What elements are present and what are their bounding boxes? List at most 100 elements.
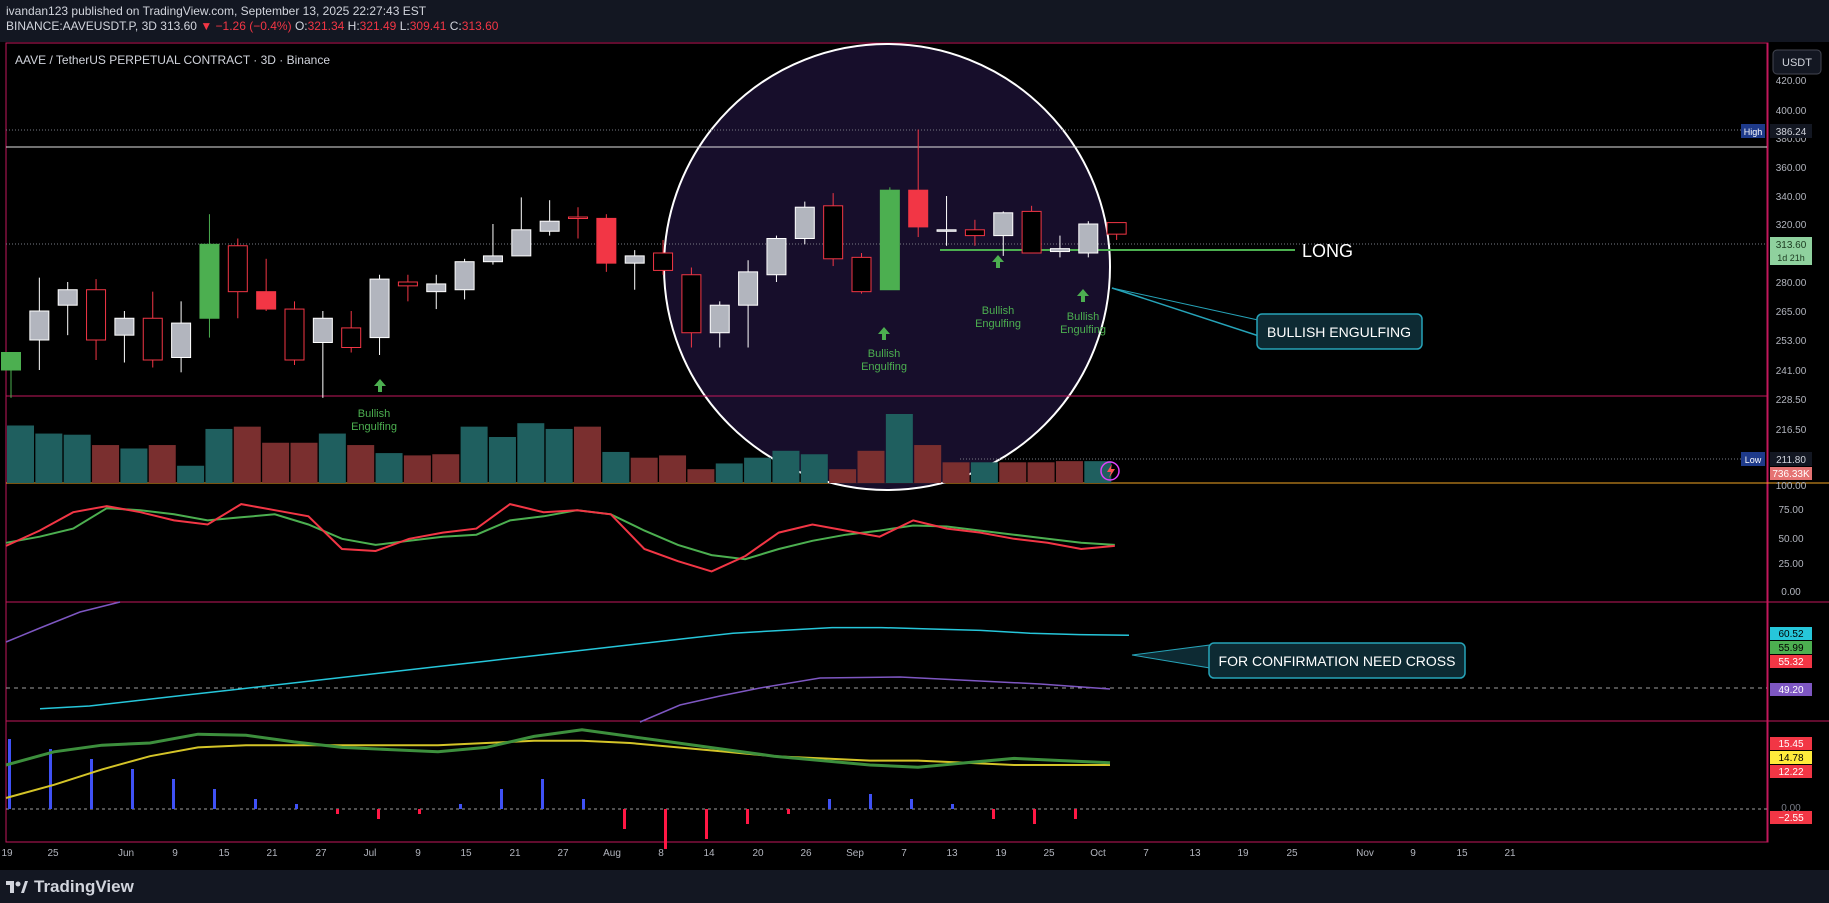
time-tick: 25 xyxy=(1043,848,1055,859)
macd-hist-bar xyxy=(664,809,667,849)
price-tick: 228.50 xyxy=(1776,395,1807,406)
time-tick: 7 xyxy=(901,848,907,859)
macd-red2-value: 12.22 xyxy=(1778,767,1803,778)
volume-bar xyxy=(744,457,772,483)
volume-bar xyxy=(517,423,545,483)
bullish-engulfing-callout[interactable]: BULLISH ENGULFING xyxy=(1256,313,1423,350)
low-pill-value: 211.80 xyxy=(1776,455,1806,466)
candle xyxy=(369,274,390,355)
candle-body xyxy=(539,220,560,232)
time-tick: 14 xyxy=(703,848,715,859)
macd-hist-bar xyxy=(1074,809,1077,819)
currency-button[interactable]: USDT xyxy=(1772,49,1822,75)
candle xyxy=(624,250,645,290)
candle-body xyxy=(142,317,163,361)
volume-bar xyxy=(35,433,63,483)
candle-body xyxy=(709,304,730,334)
candle xyxy=(341,311,362,353)
time-tick: 15 xyxy=(1456,848,1468,859)
volume-bar xyxy=(772,450,800,483)
price-tick: 340.00 xyxy=(1776,192,1807,203)
candle-body xyxy=(227,245,248,293)
time-tick: 20 xyxy=(752,848,764,859)
time-tick: 9 xyxy=(1410,848,1416,859)
time-tick: 13 xyxy=(946,848,958,859)
candle-body xyxy=(284,308,305,361)
countdown-label: 1d 21h xyxy=(1777,253,1805,263)
price-tick: 280.00 xyxy=(1776,278,1807,289)
candle-body xyxy=(823,205,844,260)
macd-hist-bar xyxy=(500,789,503,809)
volume-bar xyxy=(1027,462,1055,483)
time-tick: 27 xyxy=(557,848,569,859)
volume-bar xyxy=(545,428,573,483)
candle xyxy=(511,197,532,257)
candle-body xyxy=(369,278,390,339)
volume-bar xyxy=(970,462,998,483)
candle-body xyxy=(454,261,475,291)
stoch-rsi-pane xyxy=(5,503,1115,573)
macd-pane xyxy=(5,728,1111,849)
volume-bar xyxy=(432,454,460,483)
macd-hist-bar xyxy=(992,809,995,819)
confirmation-callout[interactable]: FOR CONFIRMATION NEED CROSS xyxy=(1208,642,1466,679)
candle-body xyxy=(568,216,588,219)
macd-hist-bar xyxy=(8,739,11,809)
macd-hist-bar xyxy=(582,799,585,809)
time-axis[interactable]: 19 25 Jun 9 15 21 27 Jul 9 15 21 27 Aug 8 14 20 26 Sep 7 13… xyxy=(1,848,1516,859)
volume-bar xyxy=(574,426,601,483)
brand-name: TradingView xyxy=(34,876,134,896)
callout-pointer xyxy=(1111,287,1263,338)
candle xyxy=(29,277,50,370)
volume-bar xyxy=(1055,461,1083,483)
candle-body xyxy=(256,291,277,310)
currency-label[interactable]: USDT xyxy=(1782,57,1812,69)
time-tick: Aug xyxy=(603,848,621,859)
price-tick: 360.00 xyxy=(1776,163,1807,174)
time-tick: Nov xyxy=(1356,848,1374,859)
candle xyxy=(114,311,135,363)
rsi-purple-value: 49.20 xyxy=(1778,685,1803,696)
volume-bar xyxy=(999,462,1027,483)
last-price-pill-value: 313.60 xyxy=(1776,240,1807,251)
macd-signal-line xyxy=(5,739,1110,799)
volume-bar xyxy=(460,426,488,483)
tradingview-logo[interactable]: TradingView xyxy=(6,877,134,897)
candle-body xyxy=(86,289,107,341)
time-tick: 21 xyxy=(266,848,278,859)
candle xyxy=(1106,222,1127,240)
candle xyxy=(1021,205,1042,254)
candle xyxy=(312,311,333,398)
stoch-k-value: 55.32 xyxy=(1778,657,1803,668)
chart-canvas[interactable]: AAVE / TetherUS PERPETUAL CONTRACT · 3D … xyxy=(0,0,1829,903)
time-tick: 25 xyxy=(1286,848,1298,859)
candle-body xyxy=(199,243,220,319)
candle xyxy=(199,214,220,338)
time-tick: 13 xyxy=(1189,848,1201,859)
indicator-tick: 50.00 xyxy=(1778,534,1803,545)
macd-hist-bar xyxy=(951,804,954,809)
volume-bar xyxy=(205,428,233,483)
candle-body xyxy=(766,238,787,276)
macd-hist-bar xyxy=(623,809,626,829)
macd-hist-bar xyxy=(49,749,52,809)
price-tick: 400.00 xyxy=(1776,106,1807,117)
volume-pill: 736.33K xyxy=(1770,467,1812,480)
indicator-tick: 100.00 xyxy=(1776,481,1807,492)
time-tick: 25 xyxy=(47,848,59,859)
rsi-cyan-value: 60.52 xyxy=(1778,629,1803,640)
tradingview-logo-icon xyxy=(6,880,28,893)
candle xyxy=(284,301,305,365)
candle xyxy=(794,201,815,245)
candle-body xyxy=(171,322,192,359)
candle-body xyxy=(57,289,78,306)
volume-bar xyxy=(914,445,942,483)
volume-bar xyxy=(829,469,857,483)
macd-hist-bar xyxy=(869,794,872,809)
time-tick: 26 xyxy=(800,848,812,859)
volume-bar xyxy=(630,457,658,483)
indicator-scale[interactable]: 100.00 75.00 50.00 25.00 0.00 xyxy=(1776,481,1807,598)
volume-bar xyxy=(290,442,318,483)
candle xyxy=(426,274,447,310)
pattern-label: Engulfing xyxy=(351,421,397,433)
